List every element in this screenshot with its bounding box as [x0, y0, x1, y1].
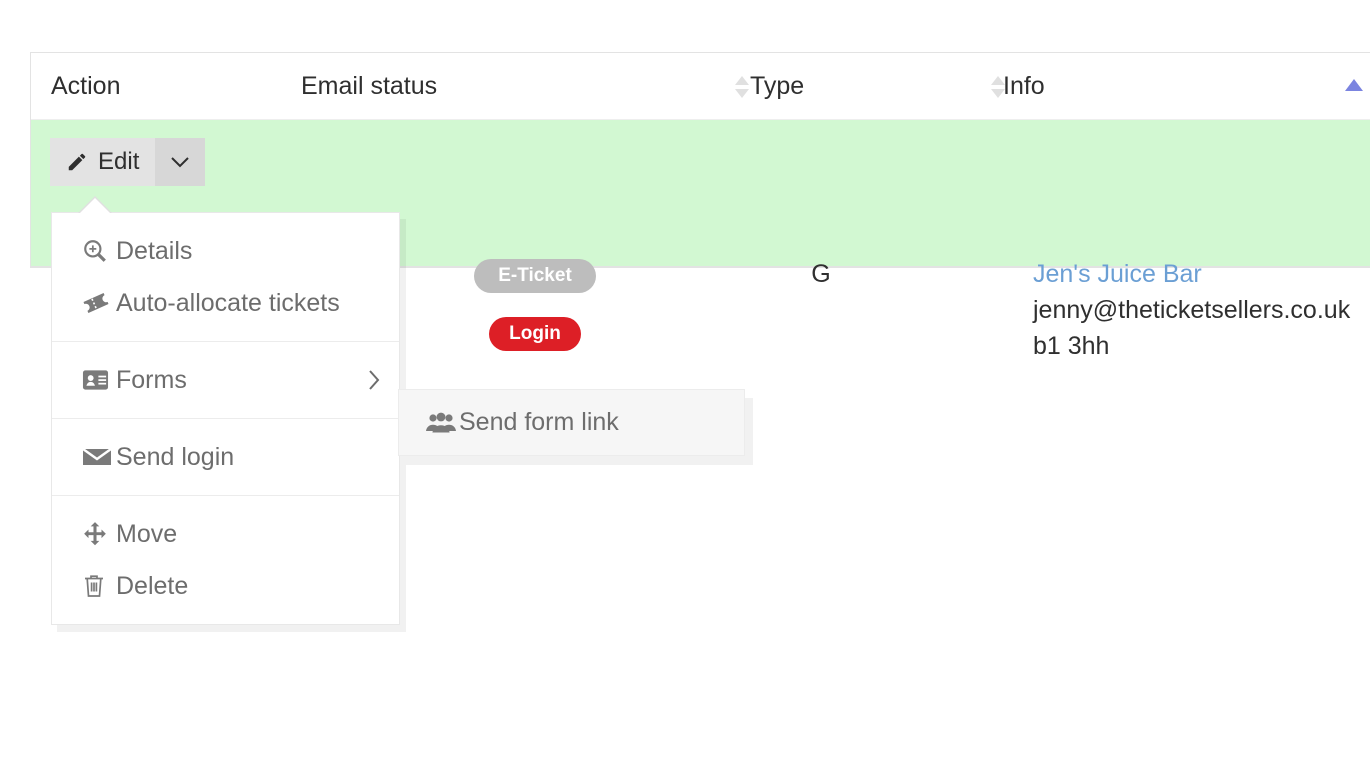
menu-item-auto-allocate-tickets[interactable]: Auto-allocate tickets: [52, 277, 399, 329]
menu-item-label: Forms: [116, 365, 187, 394]
sort-toggle-email-status[interactable]: [734, 76, 750, 98]
submenu-item-send-form-link[interactable]: Send form link: [399, 390, 744, 455]
edit-split-button: Edit: [50, 138, 206, 186]
menu-item-label: Auto-allocate tickets: [116, 288, 340, 317]
cell-type: G: [811, 260, 831, 288]
cell-info: Jen's Juice Bar jenny@theticketsellers.c…: [1033, 256, 1350, 364]
menu-group-3: Send login: [52, 418, 399, 495]
menu-item-send-login[interactable]: Send login: [52, 431, 399, 483]
edit-dropdown-toggle[interactable]: [155, 138, 206, 186]
id-card-icon: [82, 369, 116, 391]
table-header-row: Action Email status Type Info: [31, 53, 1370, 120]
info-email: jenny@theticketsellers.co.uk: [1033, 296, 1351, 324]
submenu-item-label: Send form link: [459, 408, 619, 436]
column-header-type[interactable]: Type: [750, 53, 804, 119]
chevron-down-icon: [170, 155, 190, 169]
edit-button[interactable]: Edit: [50, 138, 156, 186]
forms-submenu: Send form link: [398, 389, 745, 456]
ticket-icon: [82, 291, 116, 315]
menu-item-forms[interactable]: Forms: [52, 354, 399, 406]
pencil-icon: [66, 151, 88, 173]
menu-caret-inner-icon: [79, 198, 111, 214]
sort-ascending-active-icon[interactable]: [1345, 79, 1363, 91]
chevron-right-icon: [367, 368, 381, 392]
trash-icon: [82, 573, 116, 599]
menu-item-label: Send login: [116, 442, 235, 471]
search-plus-icon: [82, 238, 116, 264]
menu-item-details[interactable]: Details: [52, 225, 399, 277]
edit-button-label: Edit: [98, 148, 140, 175]
menu-item-label: Delete: [116, 571, 189, 600]
edit-dropdown-menu: Details Auto-allocate tickets Forms Send…: [51, 196, 400, 625]
users-icon: [425, 411, 459, 435]
status-badge-eticket: E-Ticket: [474, 259, 596, 293]
menu-group-2: Forms: [52, 341, 399, 418]
sort-descending-icon: [735, 89, 749, 98]
column-header-info[interactable]: Info: [1003, 53, 1045, 119]
column-header-action[interactable]: Action: [51, 53, 120, 119]
column-header-email-status[interactable]: Email status: [301, 53, 437, 119]
arrows-move-icon: [82, 521, 116, 547]
info-postcode: b1 3hh: [1033, 332, 1110, 360]
envelope-icon: [82, 446, 116, 468]
info-company-link[interactable]: Jen's Juice Bar: [1033, 256, 1350, 292]
menu-item-label: Details: [116, 236, 193, 265]
menu-group-4: Move Delete: [52, 495, 399, 624]
screen-root: Action Email status Type Info Edit E-Tic…: [0, 0, 1370, 780]
menu-item-move[interactable]: Move: [52, 508, 399, 560]
menu-item-label: Move: [116, 519, 178, 548]
sort-ascending-icon: [735, 76, 749, 85]
menu-item-delete[interactable]: Delete: [52, 560, 399, 612]
status-badge-login: Login: [489, 317, 581, 351]
menu-group-1: Details Auto-allocate tickets: [52, 213, 399, 341]
